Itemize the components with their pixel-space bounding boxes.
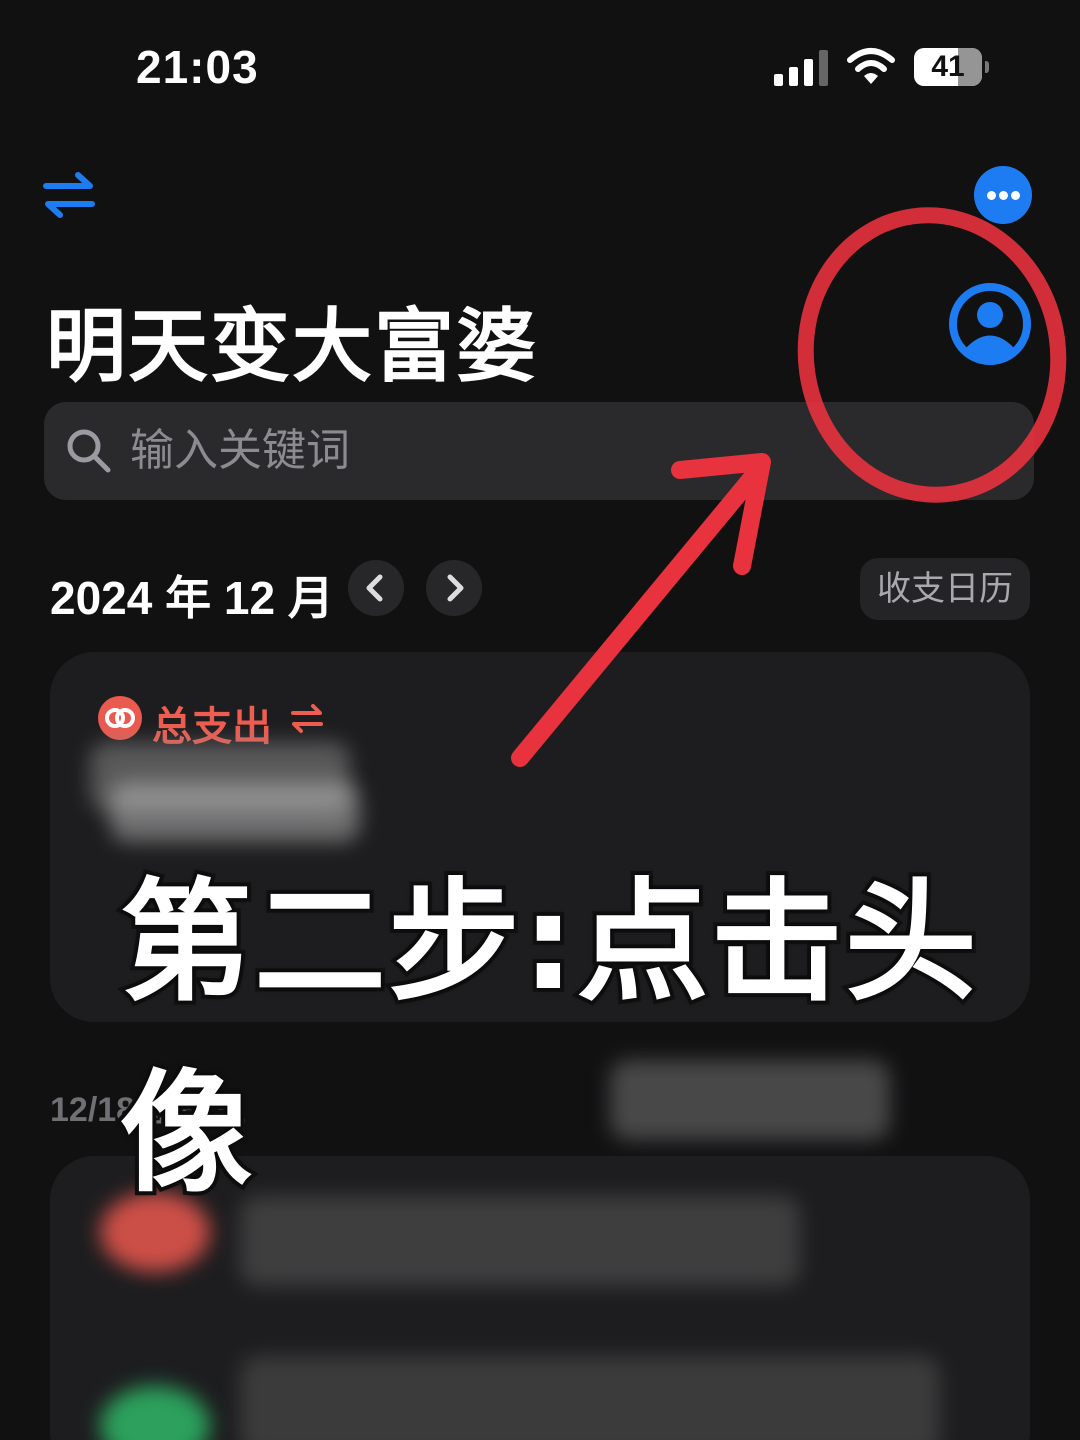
redacted-transaction — [240, 1356, 940, 1440]
wifi-icon — [847, 48, 895, 84]
avatar-button[interactable] — [948, 282, 1032, 366]
swap-arrows-icon[interactable] — [42, 170, 96, 220]
swap-arrows-icon[interactable] — [290, 702, 324, 734]
ellipsis-icon — [987, 191, 996, 200]
search-input[interactable] — [130, 402, 1010, 500]
battery-level: 41 — [931, 50, 965, 83]
linked-circles-icon — [98, 696, 142, 740]
search-icon — [67, 429, 111, 473]
previous-month-button[interactable] — [348, 560, 404, 616]
more-options-button[interactable] — [974, 166, 1032, 224]
category-icon — [100, 1386, 210, 1440]
search-bar[interactable] — [44, 402, 1034, 500]
cellular-signal-icon — [774, 50, 830, 86]
chevron-left-icon — [366, 574, 383, 602]
tutorial-step-caption: 第二步:点击头像 — [116, 862, 981, 1215]
next-month-button[interactable] — [426, 560, 482, 616]
redacted-amount — [110, 782, 360, 842]
income-expense-calendar-button[interactable]: 收支日历 — [860, 558, 1030, 620]
battery-indicator: 41 — [914, 48, 989, 86]
chevron-right-icon — [447, 574, 464, 602]
month-label: 2024 年 12 月 — [50, 572, 334, 624]
page-title: 明天变大富婆 — [46, 302, 538, 391]
status-time: 21:03 — [136, 41, 259, 93]
